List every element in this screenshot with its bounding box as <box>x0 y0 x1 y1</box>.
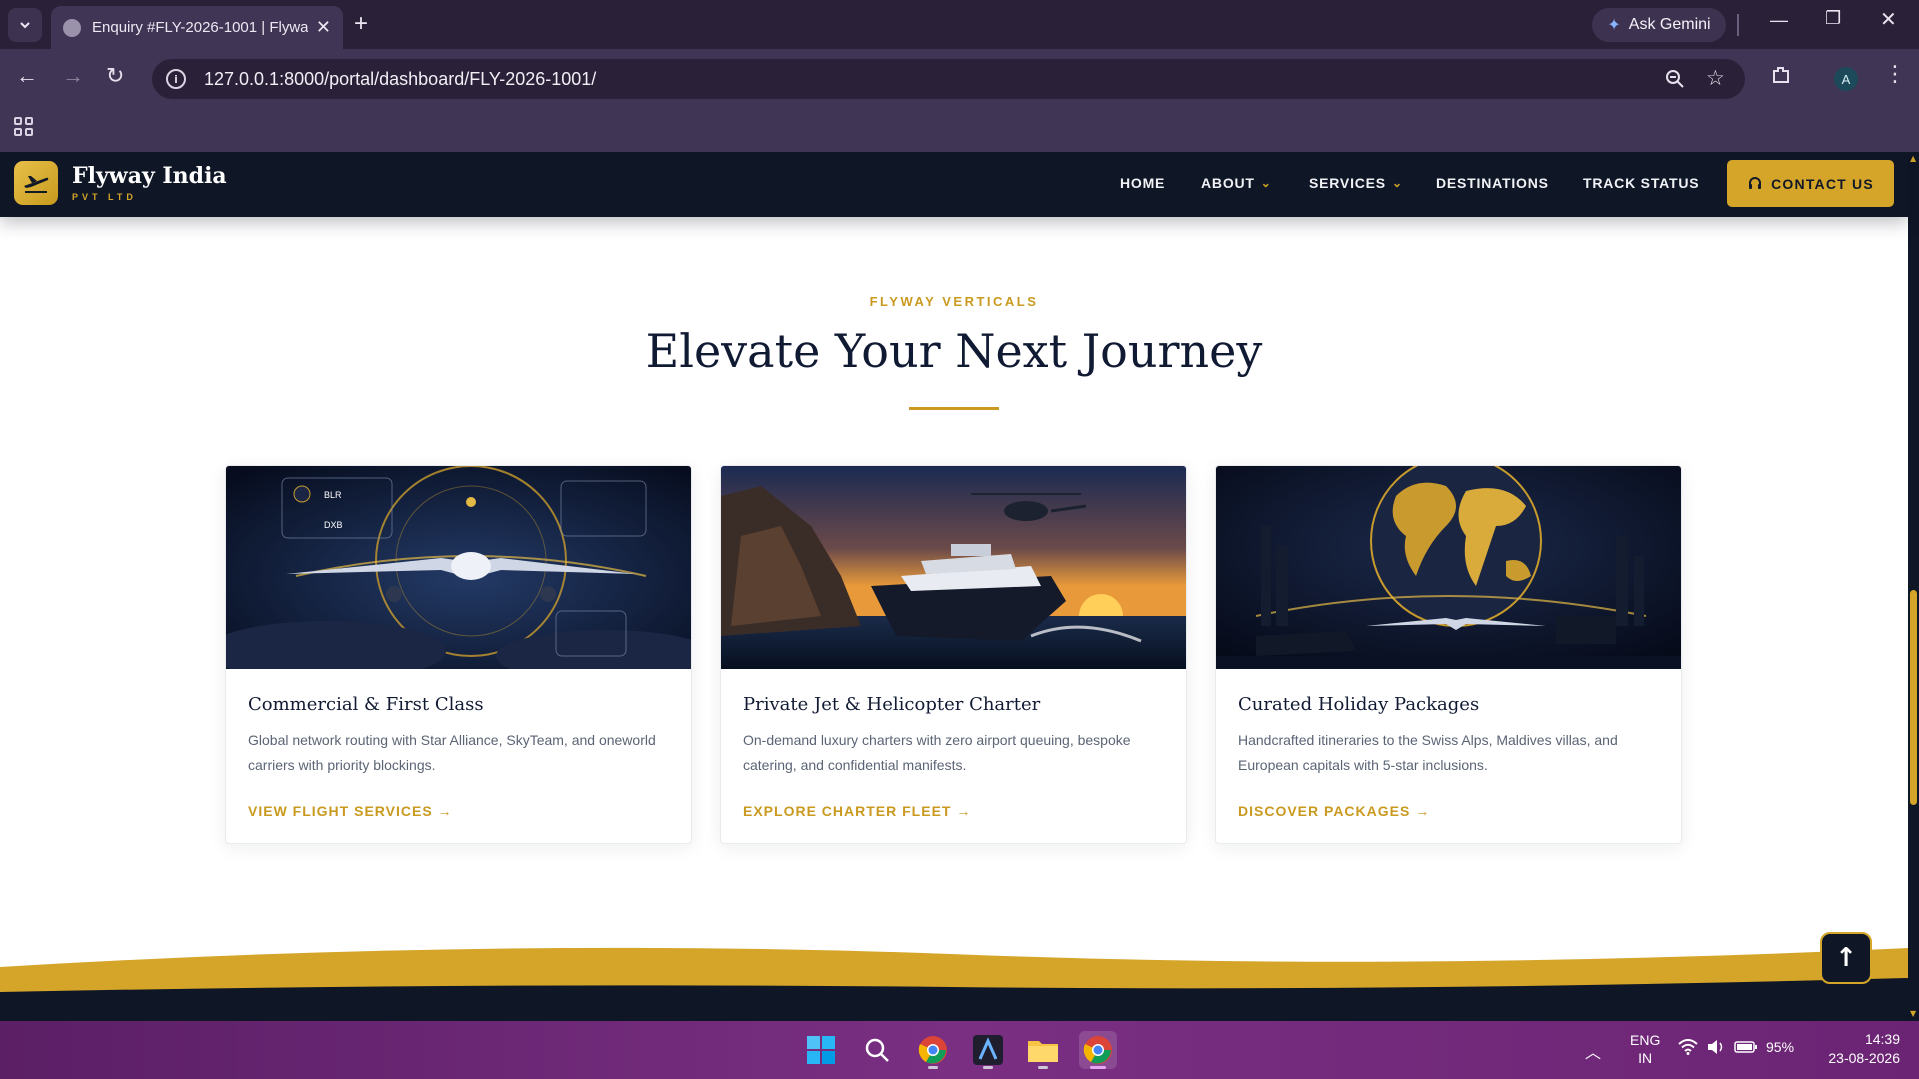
flight-origin-code: BLR <box>324 490 342 500</box>
clock-date: 23-08-2026 <box>1828 1050 1900 1066</box>
nav-home-label: HOME <box>1120 175 1166 191</box>
chevron-up-icon[interactable]: ︿ <box>1585 1039 1601 1063</box>
page-viewport: Flyway India PVT LTD HOME ABOUT ⌄ SERVICE… <box>0 152 1919 1021</box>
gemini-sparkle-icon: ✦ <box>1607 17 1621 34</box>
extensions-icon[interactable] <box>1770 64 1792 86</box>
card-commercial[interactable]: BLR DXB Commercial & First Class Global … <box>225 465 692 844</box>
nav-destinations[interactable]: DESTINATIONS <box>1436 175 1549 191</box>
contact-us-label: CONTACT US <box>1771 175 1874 192</box>
brand-name[interactable]: Flyway India <box>72 163 227 189</box>
nav-about-label: ABOUT <box>1201 175 1255 191</box>
code-editor-icon[interactable] <box>969 1031 1007 1069</box>
browser-toolbar: ← → ↻ i 127.0.0.1:8000/portal/dashboard/… <box>0 49 1919 109</box>
chevron-down-icon: ⌄ <box>1260 176 1272 190</box>
region-code: IN <box>1638 1050 1653 1066</box>
brand-subtitle: PVT LTD <box>72 192 137 202</box>
scroll-to-top-button[interactable]: ↑ <box>1820 932 1872 984</box>
card-description: Handcrafted itineraries to the Swiss Alp… <box>1238 732 1618 773</box>
url-text: 127.0.0.1:8000/portal/dashboard/FLY-2026… <box>204 68 597 89</box>
running-indicator <box>928 1066 938 1069</box>
card-image-globe <box>1216 466 1681 669</box>
plane-icon[interactable] <box>14 161 58 205</box>
card-image-yacht <box>721 466 1186 669</box>
system-tray[interactable]: 95% <box>1678 1039 1794 1055</box>
headset-icon <box>1749 176 1762 189</box>
flight-destination-code: DXB <box>324 520 343 530</box>
clock[interactable]: 14:39 23-08-2026 <box>1812 1030 1900 1068</box>
address-bar[interactable]: i 127.0.0.1:8000/portal/dashboard/FLY-20… <box>152 59 1745 99</box>
scroll-down-arrow-icon[interactable]: ▼ <box>1910 1009 1916 1018</box>
arrow-up-icon: ↑ <box>1835 943 1857 973</box>
active-indicator <box>1090 1066 1106 1069</box>
nav-services[interactable]: SERVICES ⌄ <box>1309 175 1403 191</box>
browser-tab-active[interactable]: Enquiry #FLY-2026-1001 | Flyway ✕ <box>51 6 343 49</box>
tab-title: Enquiry #FLY-2026-1001 | Flyway <box>92 19 308 36</box>
windows-taskbar: ︿ ENG IN 95% 14:39 23-08-2026 <box>0 1021 1919 1079</box>
forward-icon[interactable]: → <box>62 63 84 89</box>
site-navbar: Flyway India PVT LTD HOME ABOUT ⌄ SERVICE… <box>0 152 1908 217</box>
heading-underline <box>909 407 999 410</box>
nav-track-status[interactable]: TRACK STATUS <box>1583 175 1699 191</box>
card-description: Global network routing with Star Allianc… <box>248 732 656 773</box>
minimize-icon[interactable]: — <box>1770 10 1788 31</box>
chrome-icon[interactable] <box>914 1031 952 1069</box>
window-close-icon[interactable]: ✕ <box>1880 7 1897 32</box>
battery-icon <box>1734 1041 1757 1053</box>
ask-gemini-button[interactable]: ✦ Ask Gemini <box>1592 8 1726 42</box>
language-indicator[interactable]: ENG IN <box>1630 1031 1660 1067</box>
running-indicator <box>1038 1066 1048 1069</box>
reload-icon[interactable]: ↻ <box>106 63 124 89</box>
chevron-down-icon: ⌄ <box>1391 176 1403 190</box>
section-heading: Elevate Your Next Journey <box>645 324 1263 378</box>
back-icon[interactable]: ← <box>16 63 38 89</box>
profile-avatar[interactable]: A <box>1834 67 1858 91</box>
running-indicator <box>983 1066 993 1069</box>
nav-home[interactable]: HOME <box>1120 175 1165 191</box>
battery-percent: 95% <box>1766 1039 1795 1055</box>
chevron-down-icon <box>20 22 30 29</box>
restore-icon[interactable]: ❐ <box>1825 8 1841 29</box>
browser-tab-bar: Enquiry #FLY-2026-1001 | Flyway ✕ + ✦ As… <box>0 0 1919 49</box>
section-eyebrow: FLYWAY VERTICALS <box>869 294 1039 309</box>
scroll-up-arrow-icon[interactable]: ▲ <box>1910 154 1916 163</box>
windows-start-icon[interactable] <box>802 1031 840 1069</box>
window-controls-divider <box>1737 14 1739 36</box>
page-scrollbar[interactable]: ▲ ▼ <box>1908 152 1919 1021</box>
nav-services-label: SERVICES <box>1309 175 1386 191</box>
language-code: ENG <box>1630 1032 1661 1048</box>
zoom-icon[interactable] <box>1664 68 1686 90</box>
nav-destinations-label: DESTINATIONS <box>1436 175 1549 191</box>
file-explorer-icon[interactable] <box>1024 1031 1062 1069</box>
nav-about[interactable]: ABOUT ⌄ <box>1201 175 1272 191</box>
wifi-icon <box>1678 1039 1698 1055</box>
globe-icon <box>63 18 81 37</box>
card-charter[interactable]: Private Jet & Helicopter Charter On-dema… <box>720 465 1187 844</box>
nav-track-label: TRACK STATUS <box>1583 175 1700 191</box>
tab-search-button[interactable] <box>8 8 42 42</box>
card-title: Curated Holiday Packages <box>1238 694 1480 715</box>
discover-packages-link[interactable]: DISCOVER PACKAGES → <box>1238 803 1430 819</box>
card-title: Private Jet & Helicopter Charter <box>743 694 1041 715</box>
clock-time: 14:39 <box>1864 1031 1900 1047</box>
info-icon[interactable]: i <box>166 69 186 89</box>
card-description: On-demand luxury charters with zero airp… <box>743 732 1131 773</box>
new-tab-button[interactable]: + <box>354 10 368 38</box>
explore-charter-fleet-link[interactable]: EXPLORE CHARTER FLEET → <box>743 803 971 819</box>
view-flight-services-link[interactable]: VIEW FLIGHT SERVICES → <box>248 803 453 819</box>
star-icon[interactable]: ☆ <box>1706 66 1725 90</box>
close-icon[interactable]: ✕ <box>316 17 331 38</box>
bookmarks-bar <box>0 109 1919 152</box>
footer-wave <box>0 947 1908 1021</box>
search-icon[interactable] <box>858 1031 896 1069</box>
menu-icon[interactable]: ⋮ <box>1884 62 1906 87</box>
ask-gemini-label: Ask Gemini <box>1628 16 1711 33</box>
card-image-flight: BLR DXB <box>226 466 691 669</box>
volume-icon <box>1708 1040 1723 1054</box>
apps-icon[interactable] <box>14 117 33 136</box>
contact-us-button[interactable]: CONTACT US <box>1727 160 1894 207</box>
chrome-profile-icon[interactable] <box>1079 1031 1117 1069</box>
card-title: Commercial & First Class <box>248 694 484 715</box>
card-holiday[interactable]: Curated Holiday Packages Handcrafted iti… <box>1215 465 1682 844</box>
scrollbar-thumb[interactable] <box>1910 590 1917 805</box>
